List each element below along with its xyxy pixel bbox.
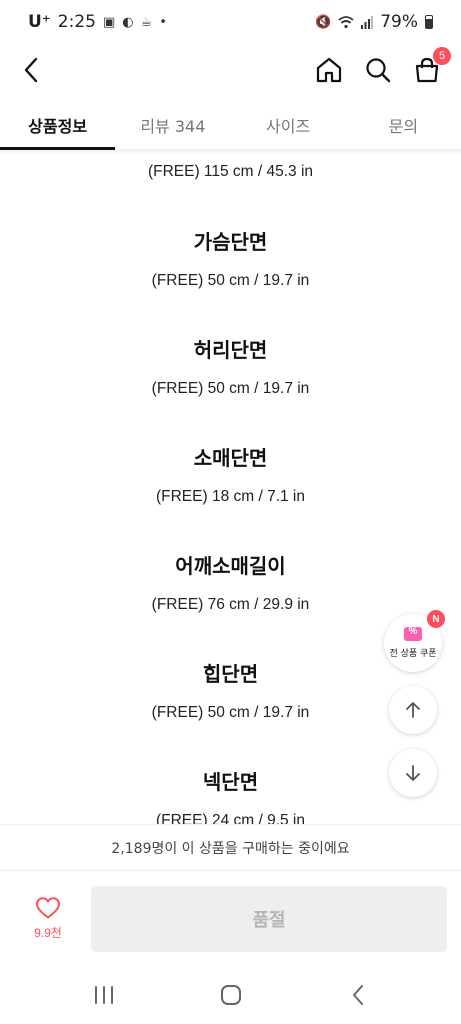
recent-apps-icon <box>94 986 113 1004</box>
size-title-chest: 가슴단면 <box>193 230 268 254</box>
status-bar: U⁺ 2:25 ▣ ◐ ☕ • 🔇 79% <box>0 0 461 44</box>
cart-button[interactable]: 5 <box>407 47 451 90</box>
heart-icon <box>36 896 60 918</box>
search-button[interactable] <box>358 50 398 90</box>
mute-icon: 🔇 <box>315 14 332 30</box>
battery-percent: 79% <box>380 12 418 32</box>
size-title-sleeve: 소매단면 <box>193 446 268 470</box>
size-value-waist: (FREE) 50 cm / 19.7 in <box>151 380 310 397</box>
signal-icon <box>361 16 374 29</box>
size-title-shoulder-sleeve-length: 어깨소매길이 <box>175 554 286 578</box>
back-nav-button[interactable] <box>328 975 388 1015</box>
home-nav-button[interactable] <box>201 975 261 1015</box>
status-right: 🔇 79% <box>315 12 433 32</box>
app-header: 5 <box>0 44 461 96</box>
tab-size[interactable]: 사이즈 <box>231 100 346 149</box>
tab-product-info[interactable]: 상품정보 <box>0 100 116 150</box>
tab-inquiry[interactable]: 문의 <box>346 100 461 149</box>
back-button[interactable] <box>12 50 52 90</box>
size-value-sleeve: (FREE) 18 cm / 7.1 in <box>155 488 305 505</box>
purchase-count-banner: 2,189명이 이 상품을 구매하는 중이에요 <box>0 824 461 870</box>
size-value-top: (FREE) 115 cm / 45.3 in <box>147 163 314 180</box>
home-button[interactable] <box>309 50 349 90</box>
wifi-icon <box>338 16 354 29</box>
soldout-button[interactable]: 품절 <box>91 886 447 952</box>
new-badge: N <box>427 610 445 628</box>
tab-reviews[interactable]: 리뷰 344 <box>115 100 230 149</box>
system-nav-bar <box>0 966 461 1024</box>
cart-count-badge: 5 <box>433 47 451 65</box>
arrow-up-icon <box>406 702 420 718</box>
like-button[interactable]: 9.9천 <box>16 883 80 953</box>
size-value-neck: (FREE) 24 cm / 9.5 in <box>155 812 305 824</box>
cup-notification-icon: ☕ <box>140 14 153 30</box>
action-bar: 9.9천 품절 <box>0 870 461 966</box>
home-nav-icon <box>220 985 241 1005</box>
size-title-waist: 허리단면 <box>193 338 268 362</box>
back-arrow-icon <box>24 57 38 83</box>
battery-icon <box>425 15 433 29</box>
back-nav-icon <box>352 985 363 1005</box>
scroll-bottom-button[interactable] <box>389 749 437 797</box>
clock: 2:25 <box>57 12 96 32</box>
size-value-chest: (FREE) 50 cm / 19.7 in <box>151 272 310 289</box>
status-left: U⁺ 2:25 ▣ ◐ ☕ • <box>28 12 167 32</box>
size-value-shoulder-sleeve-length: (FREE) 76 cm / 29.9 in <box>151 596 310 613</box>
coupon-icon <box>404 626 422 641</box>
size-info-content: (FREE) 115 cm / 45.3 in 가슴단면 (FREE) 50 c… <box>0 156 461 824</box>
scroll-top-button[interactable] <box>389 686 437 734</box>
gallery-notification-icon: ▣ <box>102 14 116 30</box>
more-notifications-icon: • <box>159 14 167 30</box>
recent-apps-button[interactable] <box>74 975 134 1015</box>
carrier-label: U⁺ <box>28 12 51 32</box>
coupon-label: 전 상품 쿠폰 <box>389 649 437 659</box>
home-icon <box>316 57 342 83</box>
arrow-down-icon <box>406 765 420 781</box>
search-icon <box>366 58 391 83</box>
like-count: 9.9천 <box>34 925 62 940</box>
pill-notification-icon: ◐ <box>122 14 134 30</box>
product-tabs: 상품정보 리뷰 344 사이즈 문의 <box>0 100 461 150</box>
